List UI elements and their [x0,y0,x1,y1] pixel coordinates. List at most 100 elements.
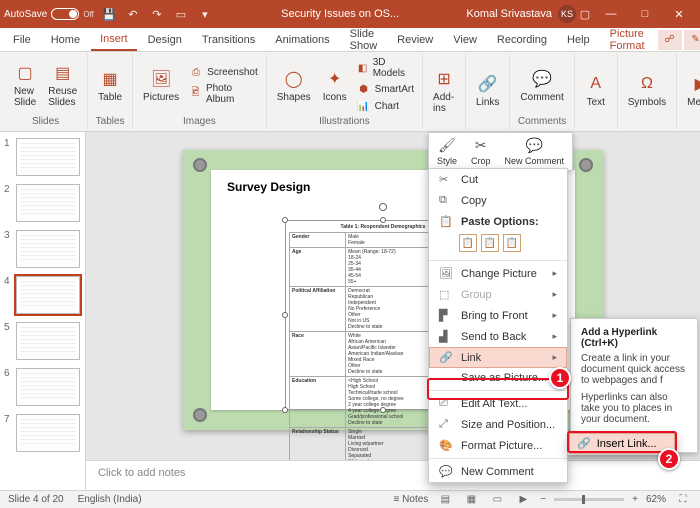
ctx-cut[interactable]: ✂Cut [429,169,567,190]
thumb-1[interactable]: 1 [4,138,81,176]
photo-album-button[interactable]: 🖻Photo Album [187,82,260,106]
ctx-copy[interactable]: ⧉Copy [429,190,567,211]
redo-icon[interactable]: ↷ [148,5,166,23]
language-status[interactable]: English (India) [78,494,142,505]
ctx-size-position[interactable]: ⤢Size and Position... [429,414,567,435]
addins-button[interactable]: ⊞Add-ins [429,66,459,116]
normal-view-icon[interactable]: ▤ [436,493,454,507]
tab-home[interactable]: Home [42,30,89,50]
chart-button[interactable]: 📊Chart [355,98,416,114]
ctx-link[interactable]: 🔗Link▸ [429,347,567,368]
document-title: Security Issues on OS... [214,8,467,20]
media-button[interactable]: ▶Media [683,71,700,110]
slide-counter[interactable]: Slide 4 of 20 [8,494,64,505]
tab-help[interactable]: Help [558,30,599,50]
3d-models-button[interactable]: ◧3D Models [355,56,416,80]
icons-button[interactable]: ✦Icons [319,66,351,105]
comment-button[interactable]: 💬Comment [516,66,567,105]
table-button[interactable]: ▦Table [94,66,126,105]
thumb-7[interactable]: 7 [4,414,81,452]
ctx-edit-alt-text[interactable]: ⎚Edit Alt Text... [429,393,567,414]
tab-animations[interactable]: Animations [266,30,338,50]
text-button[interactable]: AText [581,71,611,110]
zoom-level[interactable]: 62% [646,494,666,505]
annotation-1: 1 [549,367,571,389]
reuse-slides-icon: ▤ [52,62,74,84]
ctx-send-back[interactable]: ▟Send to Back▸ [429,326,567,347]
resize-handle[interactable] [380,407,386,413]
group-comments-label: Comments [518,116,566,129]
addins-icon: ⊞ [433,68,455,90]
start-from-beginning-icon[interactable]: ▭ [172,5,190,23]
share-button[interactable]: ☍ [658,30,682,50]
shapes-button[interactable]: ◯Shapes [273,66,315,105]
status-bar: Slide 4 of 20 English (India) ≡ Notes ▤ … [0,490,700,508]
paste-option-2[interactable]: 📋 [481,234,499,252]
resize-handle[interactable] [282,407,288,413]
paste-icon: 📋 [439,215,453,228]
close-button[interactable]: ✕ [662,0,696,28]
chart-label: Chart [375,101,399,112]
thumb-4[interactable]: 4 [4,276,81,314]
screenshot-button[interactable]: ⎙Screenshot [187,65,260,81]
ctx-save-as-picture[interactable]: Save as Picture... [429,368,567,388]
tab-view[interactable]: View [444,30,486,50]
bring-front-icon: ▛ [439,309,453,322]
tab-insert[interactable]: Insert [91,29,137,51]
tab-file[interactable]: File [4,30,40,50]
zoom-in-button[interactable]: + [632,494,638,505]
links-label: Links [476,97,499,108]
thumb-3[interactable]: 3 [4,230,81,268]
insert-link-item[interactable]: 🔗Insert Link... [569,433,675,454]
thumb-5[interactable]: 5 [4,322,81,360]
thumb-6[interactable]: 6 [4,368,81,406]
new-comment-button[interactable]: 💬New Comment [499,135,571,168]
reading-view-icon[interactable]: ▭ [488,493,506,507]
link-icon: 🔗 [477,73,499,95]
symbols-button[interactable]: ΩSymbols [624,71,670,110]
pictures-button[interactable]: 🖼Pictures [139,66,183,105]
links-button[interactable]: 🔗 Links [472,71,503,110]
undo-icon[interactable]: ↶ [124,5,142,23]
ctx-change-picture[interactable]: 🖼Change Picture▸ [429,263,567,284]
slideshow-view-icon[interactable]: ▶ [514,493,532,507]
ctx-bring-front[interactable]: ▛Bring to Front▸ [429,305,567,326]
notes-toggle[interactable]: ≡ Notes [394,494,429,505]
style-button[interactable]: 🖌Style [431,135,463,168]
paste-option-3[interactable]: 📋 [503,234,521,252]
ctx-new-comment[interactable]: 💬New Comment [429,461,567,482]
paste-option-1[interactable]: 📋 [459,234,477,252]
zoom-out-button[interactable]: − [540,494,546,505]
thumb-2[interactable]: 2 [4,184,81,222]
tab-picture-format[interactable]: Picture Format [601,24,654,56]
comments-button[interactable]: ✎ [684,30,700,50]
tab-recording[interactable]: Recording [488,30,556,50]
tab-design[interactable]: Design [139,30,191,50]
zoom-slider[interactable] [554,498,624,501]
resize-handle[interactable] [380,217,386,223]
tab-review[interactable]: Review [388,30,442,50]
smartart-button[interactable]: ⬢SmartArt [355,81,416,97]
slide-thumbnails[interactable]: 1 2 3 4 5 6 7 [0,132,86,490]
rotate-handle[interactable] [379,203,387,211]
user-account[interactable]: Komal Srivastava KS [466,5,576,23]
fit-to-window-icon[interactable]: ⛶ [674,493,692,507]
tab-transitions[interactable]: Transitions [193,30,264,50]
ribbon-options-icon[interactable]: ▢ [576,5,594,23]
link-icon: 🔗 [577,437,591,450]
group-images: 🖼Pictures ⎙Screenshot 🖻Photo Album Image… [133,54,267,129]
qat-dropdown-icon[interactable]: ▾ [196,5,214,23]
autosave-state: Off [83,10,94,19]
ctx-format-picture[interactable]: 🎨Format Picture... [429,435,567,456]
autosave-toggle[interactable]: AutoSave Off [4,8,94,20]
tab-slideshow[interactable]: Slide Show [341,24,387,56]
save-icon[interactable]: 💾 [100,5,118,23]
resize-handle[interactable] [282,312,288,318]
resize-handle[interactable] [282,217,288,223]
notes-pane[interactable]: Click to add notes [86,460,700,490]
sorter-view-icon[interactable]: ▦ [462,493,480,507]
crop-button[interactable]: ✂Crop [465,135,497,168]
symbols-label: Symbols [628,97,666,108]
new-slide-button[interactable]: ▢New Slide [10,60,40,110]
reuse-slides-button[interactable]: ▤Reuse Slides [44,60,81,110]
